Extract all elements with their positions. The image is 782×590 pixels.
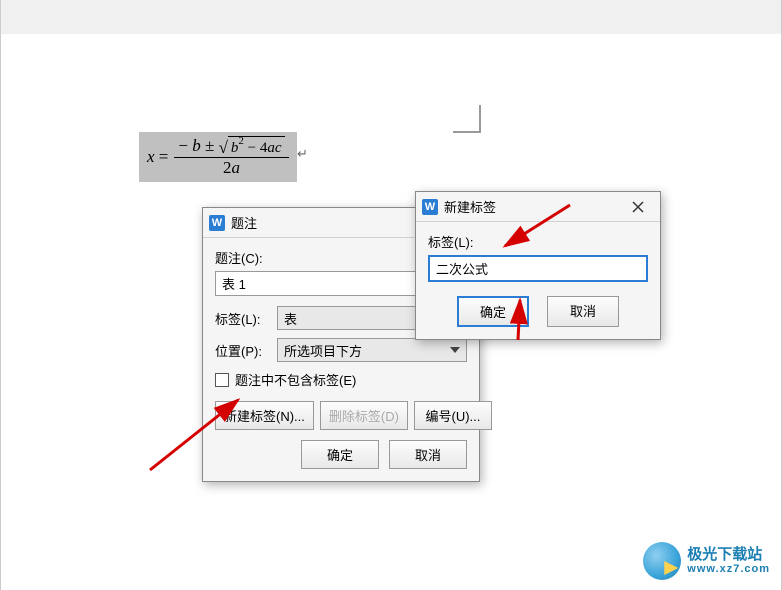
- delete-label-button: 删除标签(D): [320, 401, 408, 430]
- label-label: 标签(L):: [215, 309, 277, 328]
- new-label-dialog-titlebar[interactable]: W 新建标签: [416, 192, 660, 222]
- position-dropdown-value: 所选项目下方: [284, 341, 362, 360]
- numbering-button[interactable]: 编号(U)...: [414, 401, 492, 430]
- label-dropdown-value: 表: [284, 309, 297, 328]
- watermark-icon: [643, 542, 681, 580]
- new-label-label: 标签(L):: [428, 232, 648, 251]
- new-label-input[interactable]: [428, 255, 648, 282]
- new-label-ok-button[interactable]: 确定: [457, 296, 529, 327]
- caption-ok-button[interactable]: 确定: [301, 440, 379, 469]
- caption-cancel-button[interactable]: 取消: [389, 440, 467, 469]
- position-dropdown[interactable]: 所选项目下方: [277, 338, 467, 362]
- watermark: 极光下载站 www.xz7.com: [643, 542, 770, 580]
- new-label-dialog-title: 新建标签: [444, 197, 622, 216]
- new-label-cancel-button[interactable]: 取消: [547, 296, 619, 327]
- position-label: 位置(P):: [215, 341, 277, 360]
- close-icon: [632, 201, 644, 213]
- formula-fraction: − b ± b2 − 4ac 2a: [174, 136, 288, 178]
- formula-x: x =: [147, 147, 174, 167]
- close-button[interactable]: [622, 195, 654, 219]
- exclude-checkbox[interactable]: [215, 373, 229, 387]
- new-label-button[interactable]: 新建标签(N)...: [215, 401, 314, 430]
- page-corner-mark: [453, 105, 481, 133]
- word-icon: W: [209, 215, 225, 231]
- word-icon: W: [422, 199, 438, 215]
- watermark-url: www.xz7.com: [687, 563, 770, 575]
- paragraph-mark: ↵: [297, 146, 308, 162]
- new-label-dialog: W 新建标签 标签(L): 确定 取消: [415, 191, 661, 340]
- top-gap: [1, 0, 781, 34]
- exclude-label: 题注中不包含标签(E): [235, 370, 356, 389]
- watermark-title: 极光下载站: [687, 547, 770, 564]
- equation-object[interactable]: x = − b ± b2 − 4ac 2a: [139, 132, 297, 182]
